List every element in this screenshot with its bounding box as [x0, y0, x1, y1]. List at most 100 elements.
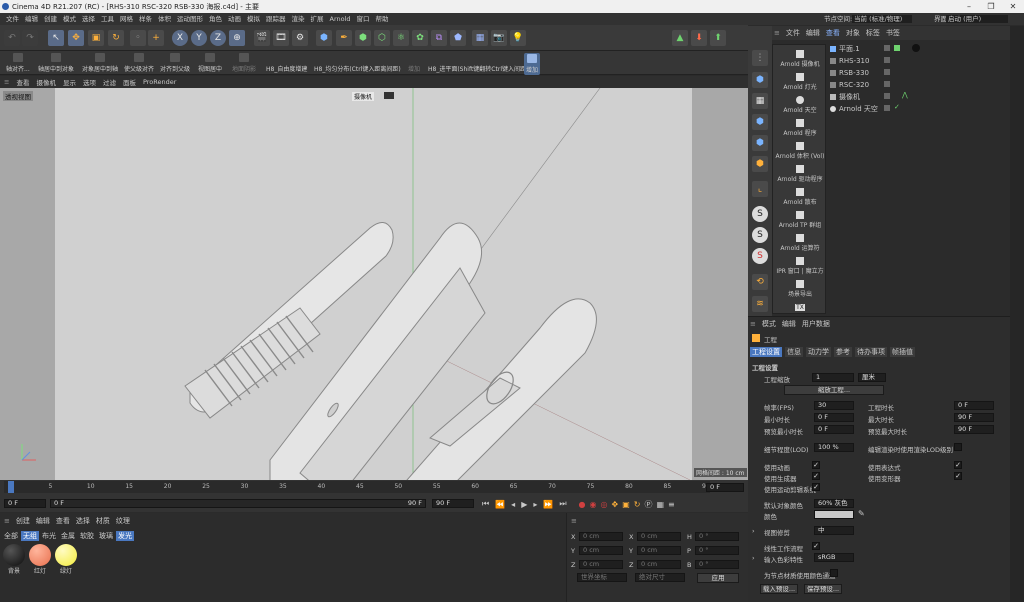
palette-point-icon[interactable]: ⬢ — [752, 156, 768, 172]
palette-checker-icon[interactable]: ▦ — [752, 93, 768, 109]
add-icon[interactable]: + — [148, 30, 164, 46]
visibility-toggle[interactable] — [884, 57, 890, 63]
viewport[interactable]: 透视视图 摄像机 网格间距: 10 cm — [0, 88, 748, 480]
h8-distribute-button[interactable]: H8_均匀分布(Ctrl键入距离间距) — [314, 53, 401, 73]
object-row[interactable]: RSB-330 — [830, 67, 1008, 78]
play-icon[interactable]: ▶ — [521, 500, 527, 509]
expand-arrow-icon[interactable]: › — [752, 527, 755, 535]
axis-center-to-object-button[interactable]: 轴居中到对象 — [38, 53, 74, 73]
material-menu-icon[interactable]: ≡ — [4, 517, 10, 525]
filter-no-group[interactable]: 无组 — [21, 531, 39, 541]
camera-tag-icon[interactable]: ⋀ — [902, 91, 908, 99]
ground-shadow-button[interactable]: 地面阴影 — [232, 53, 256, 73]
obj-menu-view[interactable]: 查看 — [826, 28, 840, 38]
menu-simulate[interactable]: 模拟 — [247, 13, 260, 25]
fps-field[interactable]: 30 — [814, 401, 854, 410]
filter-glass[interactable]: 玻璃 — [97, 531, 115, 541]
palette-object-icon[interactable]: ⬢ — [752, 114, 768, 130]
arnold-export-icon[interactable]: ⬇ — [691, 30, 707, 46]
node-color-checkbox[interactable] — [830, 569, 838, 577]
end-frame-field[interactable]: 90 F — [432, 499, 474, 508]
material-menu-view[interactable]: 查看 — [56, 516, 70, 526]
obj-menu-tag[interactable]: 标签 — [866, 28, 880, 38]
use-expression-checkbox[interactable]: ✓ — [954, 461, 962, 469]
use-generators-checkbox[interactable]: ✓ — [812, 472, 820, 480]
array-icon[interactable]: ⬡ — [374, 30, 390, 46]
viewport-menu-filter[interactable]: 过滤 — [103, 77, 116, 87]
visibility-toggle[interactable] — [884, 105, 890, 111]
viewport-menu-display[interactable]: 显示 — [63, 77, 76, 87]
move-icon[interactable]: ✥ — [68, 30, 84, 46]
menu-tracker[interactable]: 跟踪器 — [266, 13, 286, 25]
arnold-procedural-item[interactable]: Arnold 程序 — [773, 119, 827, 137]
menu-help[interactable]: 帮助 — [376, 13, 389, 25]
key-param-icon[interactable]: Ⓟ — [644, 499, 652, 510]
palette-cube-icon[interactable]: ⬢ — [752, 72, 768, 88]
arnold-render-icon[interactable]: ▲ — [672, 30, 688, 46]
viewport-menu-prorender[interactable]: ProRender — [143, 78, 176, 86]
visibility-toggle[interactable] — [884, 93, 890, 99]
material-tag-icon[interactable] — [912, 44, 920, 52]
menu-animate[interactable]: 动画 — [228, 13, 241, 25]
load-preset-button[interactable]: 载入预设... — [760, 584, 798, 594]
menu-spline[interactable]: 样条 — [139, 13, 152, 25]
arnold-camera-item[interactable]: Arnold 摄像机 — [773, 50, 827, 68]
start-frame-field[interactable]: 0 F — [4, 499, 46, 508]
z-axis-icon[interactable]: Z — [210, 30, 226, 46]
camera-icon[interactable]: 📷 — [491, 30, 507, 46]
mograph-icon[interactable]: ⚛ — [393, 30, 409, 46]
prev-key-icon[interactable]: ⏪ — [495, 500, 505, 509]
tab-info[interactable]: 信息 — [785, 347, 803, 357]
arnold-tp-group-item[interactable]: Arnold TP 群组 — [773, 211, 827, 229]
palette-s2-icon[interactable]: S — [752, 227, 768, 243]
x-axis-icon[interactable]: X — [172, 30, 188, 46]
object-row[interactable]: 平面.1 — [830, 43, 1008, 54]
attr-menu-userdata[interactable]: 用户数据 — [802, 319, 830, 329]
material-menu-texture[interactable]: 纹理 — [116, 516, 130, 526]
render-settings-icon[interactable]: ⚙ — [292, 30, 308, 46]
object-center-to-axis-button[interactable]: 对象居中到轴 — [82, 53, 118, 73]
motion-system-checkbox[interactable]: ✓ — [812, 483, 820, 491]
material-menu-material[interactable]: 材质 — [96, 516, 110, 526]
material-menu-select[interactable]: 选择 — [76, 516, 90, 526]
menu-edit[interactable]: 编辑 — [25, 13, 38, 25]
filter-emissive[interactable]: 发光 — [116, 531, 134, 541]
key-scale-icon[interactable]: ▣ — [622, 500, 630, 509]
lod-field[interactable]: 100 % — [814, 443, 854, 452]
render-picture-viewer-icon[interactable]: 🎞 — [273, 30, 289, 46]
render-view-icon[interactable]: 🎬 — [254, 30, 270, 46]
playhead[interactable] — [8, 481, 14, 493]
default-color-select[interactable]: 60% 灰色 — [814, 499, 854, 508]
visibility-toggle[interactable] — [884, 81, 890, 87]
cube-icon[interactable]: ⬢ — [316, 30, 332, 46]
key-rotation-icon[interactable]: ↻ — [634, 500, 641, 509]
visibility-toggle[interactable] — [884, 69, 890, 75]
recent-tool-icon[interactable]: ◦ — [130, 30, 146, 46]
minimize-button[interactable]: – — [958, 0, 980, 13]
menu-mograph[interactable]: 运动图形 — [177, 13, 203, 25]
record-icon[interactable]: ● — [579, 500, 586, 509]
key-pla-icon[interactable]: ▦ — [656, 500, 664, 509]
palette-lock-icon[interactable]: ≋ — [752, 296, 768, 312]
viewport-menu-icon[interactable]: ≡ — [4, 78, 9, 86]
arnold-tx-item[interactable]: TX — [773, 303, 827, 311]
project-length-field[interactable]: 0 F — [954, 401, 994, 410]
h8-free-build-button[interactable]: H8_自由度增建 — [266, 53, 307, 73]
align-parent-button[interactable]: 使父级对齐 — [124, 53, 154, 73]
maximize-button[interactable]: ❐ — [980, 0, 1002, 13]
viewport-menu-view[interactable]: 查看 — [16, 77, 29, 87]
scale-icon[interactable]: ▣ — [88, 30, 104, 46]
go-end-icon[interactable]: ⏭ — [559, 499, 566, 509]
subdivision-icon[interactable]: ⬢ — [355, 30, 371, 46]
tab-reference[interactable]: 参考 — [834, 347, 852, 357]
save-preset-button[interactable]: 保存预设... — [804, 584, 842, 594]
filter-all[interactable]: 全部 — [2, 531, 20, 541]
scale-unit-select[interactable]: 厘米 — [858, 373, 886, 382]
prev-frame-icon[interactable]: ◂ — [511, 500, 515, 509]
key-position-icon[interactable]: ✥ — [611, 500, 618, 509]
menu-arnold[interactable]: Arnold — [330, 13, 351, 25]
enable-check-icon[interactable] — [894, 45, 900, 51]
object-row[interactable]: Arnold 天空 ✓ — [830, 103, 1008, 114]
menu-volume[interactable]: 体积 — [158, 13, 171, 25]
viewport-menu-panel[interactable]: 面板 — [123, 77, 136, 87]
